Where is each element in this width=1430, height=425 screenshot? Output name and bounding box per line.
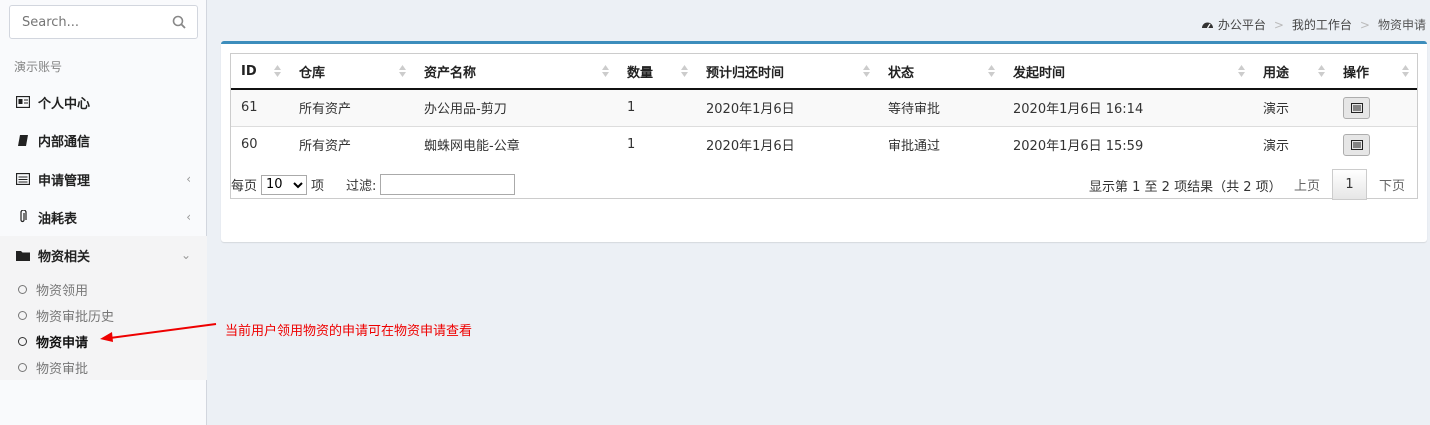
sidebar: 演示账号 个人中心 内部通信 申请管理 ‹ 油耗表 ‹ 物资相关 ⌄ 物资领用 …	[0, 0, 207, 425]
id-card-icon	[16, 95, 30, 109]
sidebar-item-fuel-table[interactable]: 油耗表 ‹	[0, 198, 207, 236]
breadcrumb-separator: >	[1359, 17, 1370, 32]
column-header-return-date[interactable]: 预计归还时间	[696, 54, 878, 90]
prev-page-button[interactable]: 上页	[1282, 169, 1332, 200]
column-header-created-time[interactable]: 发起时间	[1003, 54, 1253, 90]
column-header-actions[interactable]: 操作	[1333, 54, 1417, 90]
cell-return-date: 2020年1月6日	[696, 125, 878, 163]
filter-input[interactable]	[380, 174, 516, 195]
sidebar-subitem-label: 物资申请	[36, 336, 89, 351]
paperclip-icon	[16, 210, 30, 224]
cell-id: 60	[231, 125, 289, 163]
breadcrumb: 办公平台 > 我的工作台 > 物资申请	[1201, 16, 1426, 33]
breadcrumb-separator: >	[1273, 17, 1284, 32]
cell-warehouse: 所有资产	[289, 88, 414, 126]
data-table-container: ID 仓库 资产名称 数量 预计归还时间 状态 发起时间 用途 操作 61 所有…	[230, 53, 1418, 200]
list-alt-icon	[16, 172, 30, 186]
cell-quantity: 1	[617, 88, 696, 126]
chevron-left-icon: ‹	[186, 210, 191, 224]
cell-return-date: 2020年1月6日	[696, 88, 878, 126]
search-icon[interactable]	[172, 15, 186, 29]
list-alt-icon	[1350, 102, 1363, 113]
chevron-left-icon: ‹	[186, 172, 191, 186]
annotation-text: 当前用户领用物资的申请可在物资申请查看	[225, 324, 473, 339]
cell-quantity: 1	[617, 125, 696, 163]
sidebar-subitem-label: 物资领用	[36, 284, 89, 299]
cell-warehouse: 所有资产	[289, 125, 414, 163]
sort-icon	[988, 65, 995, 77]
cell-actions	[1333, 88, 1417, 126]
sidebar-section-header: 演示账号	[14, 60, 63, 74]
per-page-select[interactable]: 10	[261, 174, 308, 195]
sort-icon	[274, 65, 281, 77]
column-header-status[interactable]: 状态	[878, 54, 1003, 90]
sidebar-item-label: 内部通信	[38, 134, 91, 150]
cell-purpose: 演示	[1253, 88, 1333, 126]
breadcrumb-level2[interactable]: 我的工作台	[1292, 16, 1352, 33]
breadcrumb-current: 物资申请	[1377, 18, 1426, 32]
next-page-button[interactable]: 下页	[1367, 169, 1417, 200]
breadcrumb-home[interactable]: 办公平台	[1218, 16, 1266, 33]
sidebar-item-application-mgmt[interactable]: 申请管理 ‹	[0, 160, 207, 198]
cell-created-time: 2020年1月6日 15:59	[1003, 125, 1253, 163]
view-details-button[interactable]	[1343, 96, 1370, 119]
sort-icon	[602, 65, 609, 77]
cell-purpose: 演示	[1253, 125, 1333, 163]
search-box[interactable]	[9, 5, 198, 39]
dashboard-icon	[1201, 22, 1213, 29]
sort-icon	[1318, 65, 1325, 77]
column-header-quantity[interactable]: 数量	[617, 54, 696, 90]
sidebar-item-label: 申请管理	[38, 173, 91, 189]
filter-label: 过滤:	[346, 179, 377, 194]
page-button-current[interactable]: 1	[1331, 169, 1367, 200]
circle-icon	[18, 337, 27, 346]
pagination: 上页 1 下页	[1282, 169, 1417, 200]
sidebar-subitem-material-use[interactable]: 物资领用	[18, 280, 88, 299]
per-page-prefix: 每页	[231, 179, 258, 194]
table-footer-controls: 每页 10 项 过滤:	[231, 174, 516, 195]
column-header-asset-name[interactable]: 资产名称	[414, 54, 617, 90]
per-page-suffix: 项	[311, 179, 325, 194]
cell-asset-name: 蜘蛛网电能-公章	[414, 125, 617, 163]
circle-icon	[18, 285, 27, 294]
table-info: 显示第 1 至 2 项结果（共 2 项）	[1089, 180, 1282, 195]
circle-icon	[18, 363, 27, 372]
sidebar-item-personal-center[interactable]: 个人中心	[0, 83, 207, 121]
annotation-arrow	[100, 323, 217, 342]
folder-icon	[16, 248, 30, 262]
circle-icon	[18, 311, 27, 320]
search-input[interactable]	[10, 6, 160, 38]
table-row: 60 所有资产 蜘蛛网电能-公章 1 2020年1月6日 审批通过 2020年1…	[231, 125, 1417, 163]
sidebar-item-internal-comm[interactable]: 内部通信	[0, 121, 207, 159]
cell-created-time: 2020年1月6日 16:14	[1003, 88, 1253, 126]
view-details-button[interactable]	[1343, 133, 1370, 156]
list-alt-icon	[1350, 139, 1363, 150]
cell-actions	[1333, 125, 1417, 163]
cell-status: 审批通过	[878, 125, 1003, 163]
sort-icon	[681, 65, 688, 77]
cell-asset-name: 办公用品-剪刀	[414, 88, 617, 126]
sort-icon	[1402, 65, 1409, 77]
column-header-purpose[interactable]: 用途	[1253, 54, 1333, 90]
table-header-row: ID 仓库 资产名称 数量 预计归还时间 状态 发起时间 用途 操作	[231, 54, 1417, 90]
sidebar-item-materials[interactable]: 物资相关 ⌄	[0, 236, 207, 274]
cell-id: 61	[231, 88, 289, 126]
sidebar-subitem-material-request[interactable]: 物资申请	[18, 332, 88, 351]
sidebar-subitem-material-approval[interactable]: 物资审批	[18, 358, 88, 377]
content-box: ID 仓库 资产名称 数量 预计归还时间 状态 发起时间 用途 操作 61 所有…	[221, 41, 1427, 242]
sidebar-item-label: 个人中心	[38, 96, 91, 112]
column-header-id[interactable]: ID	[231, 54, 289, 90]
sidebar-item-label: 物资相关	[38, 249, 91, 265]
sort-icon	[1238, 65, 1245, 77]
sort-icon	[399, 65, 406, 77]
sort-icon	[863, 65, 870, 77]
book-icon	[16, 133, 30, 147]
requests-table: ID 仓库 资产名称 数量 预计归还时间 状态 发起时间 用途 操作 61 所有…	[231, 54, 1417, 163]
sidebar-subitem-label: 物资审批	[36, 362, 89, 377]
chevron-down-icon: ⌄	[180, 248, 191, 262]
cell-status: 等待审批	[878, 88, 1003, 126]
sidebar-item-label: 油耗表	[38, 211, 78, 227]
table-row: 61 所有资产 办公用品-剪刀 1 2020年1月6日 等待审批 2020年1月…	[231, 88, 1417, 126]
column-header-warehouse[interactable]: 仓库	[289, 54, 414, 90]
